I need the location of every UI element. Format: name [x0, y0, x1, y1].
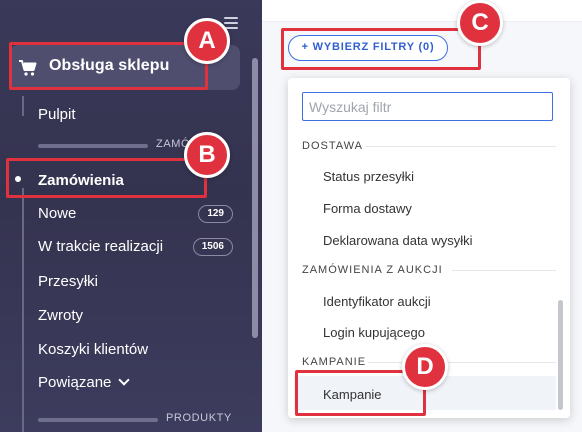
- filter-option-login-kupujacego[interactable]: Login kupującego: [323, 325, 425, 340]
- section-divider: [38, 418, 158, 422]
- sidebar-item-zwroty[interactable]: Zwroty: [38, 307, 83, 324]
- highlight-box-b: [6, 158, 207, 198]
- group-divider: [368, 362, 556, 363]
- filter-option-status-przesylki[interactable]: Status przesyłki: [323, 169, 414, 184]
- tree-line: [22, 188, 24, 432]
- sidebar-item-nowe[interactable]: Nowe: [38, 205, 76, 222]
- annotation-badge-c: C: [457, 0, 503, 46]
- main-header: [262, 0, 582, 22]
- section-label-products: PRODUKTY: [166, 412, 232, 424]
- annotation-badge-b: B: [184, 132, 230, 178]
- group-label-dostawa: DOSTAWA: [302, 140, 363, 152]
- sidebar-scrollbar[interactable]: [252, 58, 258, 338]
- filter-option-deklarowana-data[interactable]: Deklarowana data wysyłki: [323, 233, 473, 248]
- count-badge: 129: [198, 205, 233, 223]
- section-divider: [38, 144, 148, 148]
- group-label-kampanie: KAMPANIE: [302, 356, 367, 368]
- filter-search-input[interactable]: [302, 92, 553, 121]
- chevron-down-icon[interactable]: [118, 374, 130, 386]
- sidebar-item-w-trakcie[interactable]: W trakcie realizacji: [38, 238, 163, 255]
- sidebar-item-pulpit[interactable]: Pulpit: [38, 106, 76, 123]
- tree-line: [22, 96, 24, 116]
- group-label-aukcje: ZAMÓWIENIA Z AUKCJI: [302, 264, 443, 276]
- filter-option-identyfikator-aukcji[interactable]: Identyfikator aukcji: [323, 294, 431, 309]
- sidebar-item-powiazane[interactable]: Powiązane: [38, 374, 111, 391]
- highlight-box-c: [281, 28, 481, 70]
- group-divider: [366, 146, 556, 147]
- filter-option-forma-dostawy[interactable]: Forma dostawy: [323, 201, 412, 216]
- annotation-badge-a: A: [184, 18, 230, 64]
- sidebar-item-przesylki[interactable]: Przesyłki: [38, 273, 98, 290]
- annotation-badge-d: D: [402, 344, 448, 390]
- group-divider: [452, 270, 556, 271]
- dropdown-scrollbar[interactable]: [558, 300, 563, 410]
- sidebar-item-koszyki[interactable]: Koszyki klientów: [38, 341, 148, 358]
- highlight-box-a: [9, 42, 208, 90]
- count-badge: 1506: [192, 238, 233, 256]
